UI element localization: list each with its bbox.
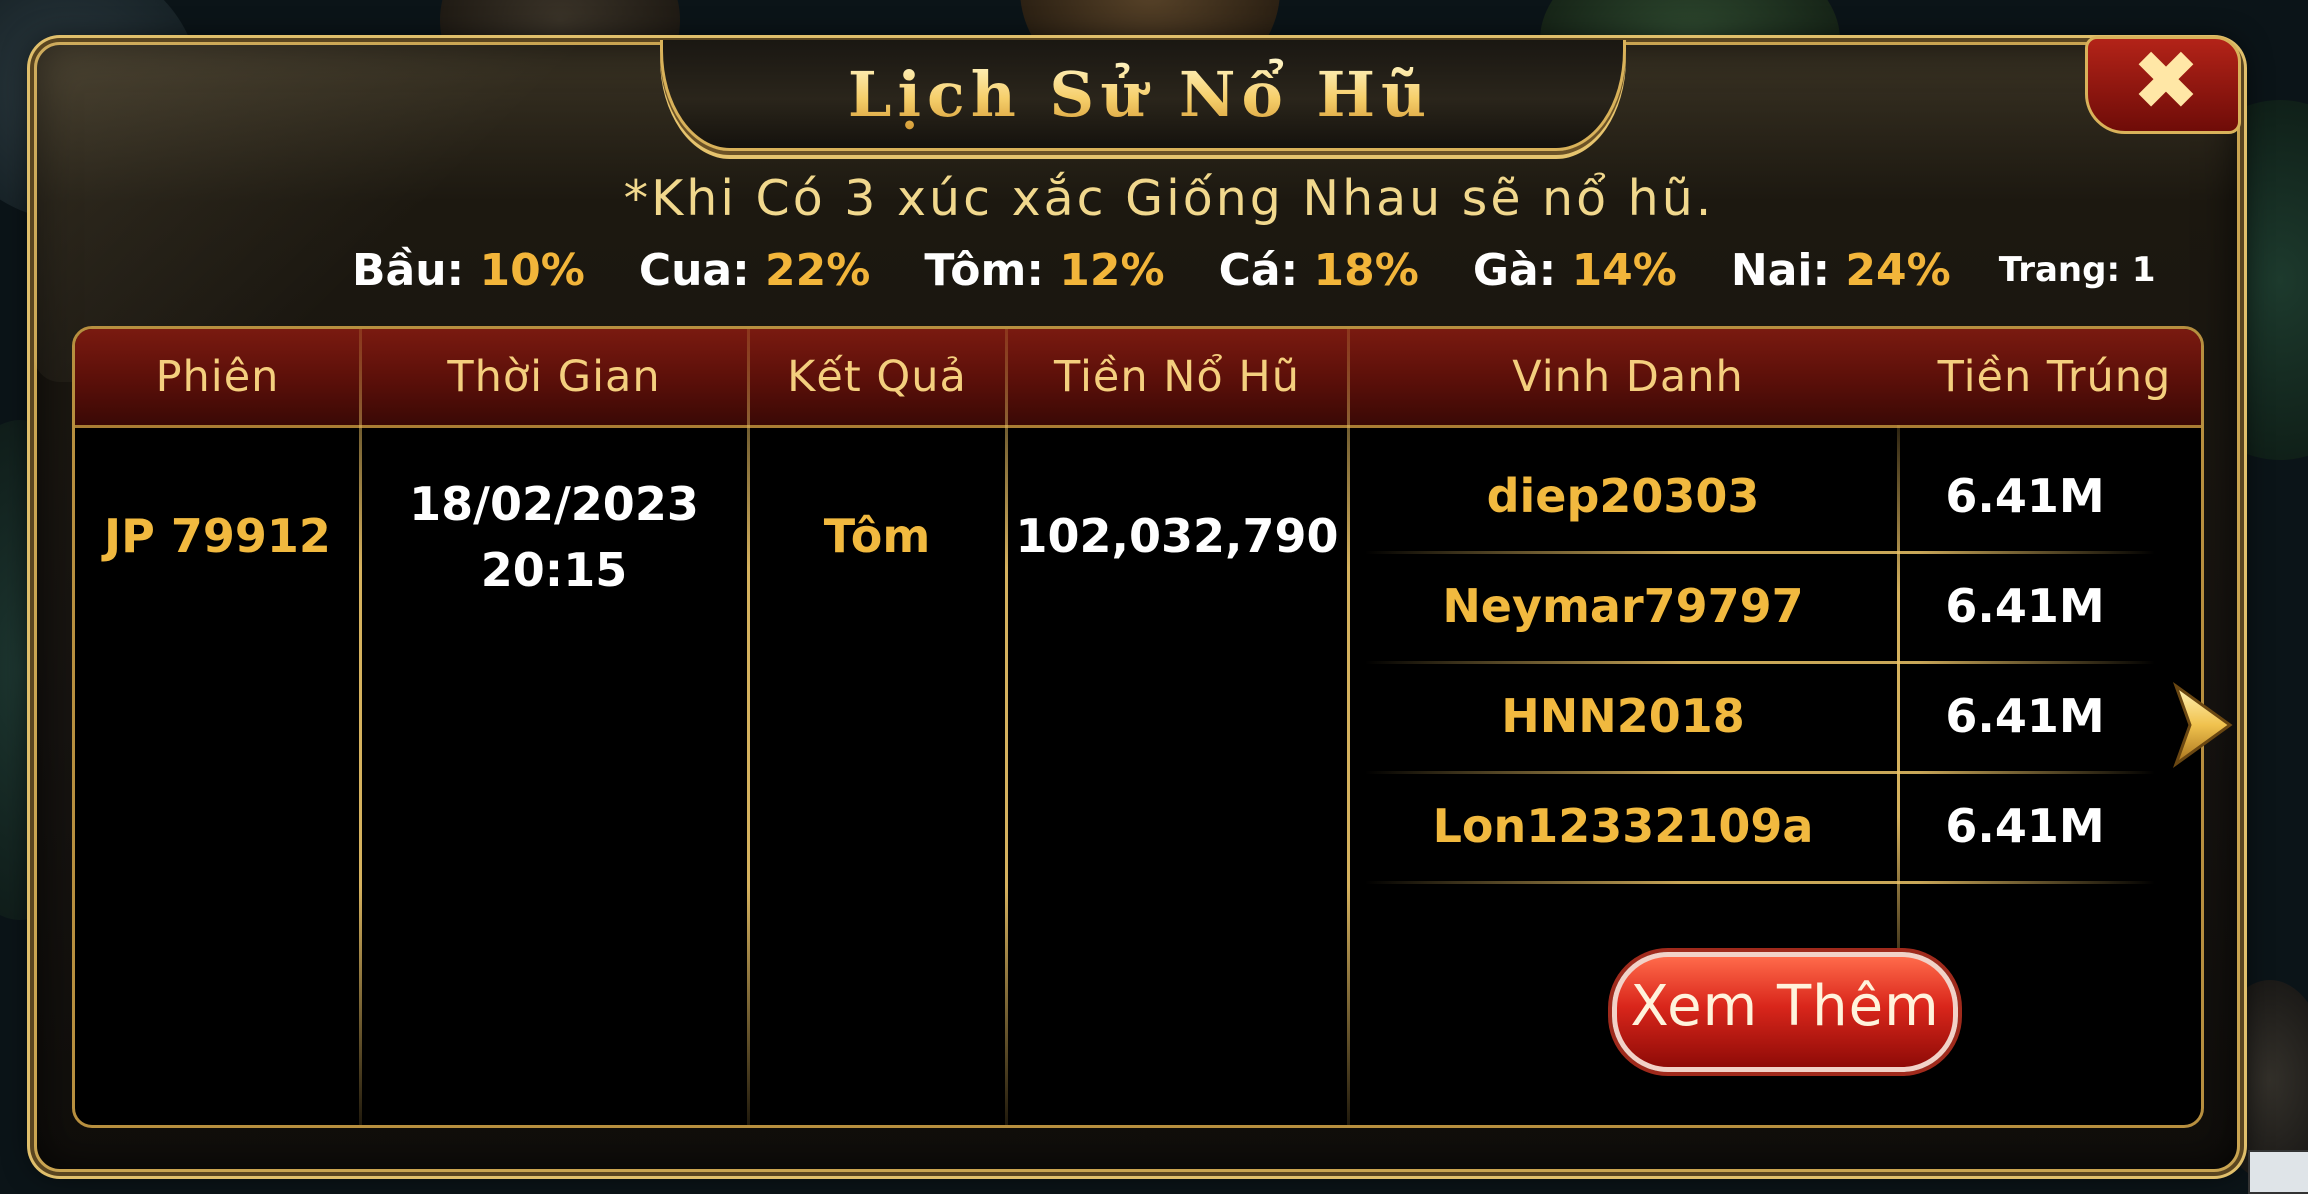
- odds-value: 24%: [1845, 244, 1951, 296]
- odds-label: Cua:: [638, 244, 750, 296]
- odds-value: 14%: [1571, 244, 1677, 296]
- row-divider: [1365, 881, 2155, 884]
- session-time: 20:15: [480, 543, 628, 597]
- dice-result: Tôm: [823, 509, 931, 563]
- odds-label: Tôm:: [924, 244, 1044, 296]
- close-icon: ✖: [2131, 34, 2201, 129]
- row-divider: [1365, 661, 2155, 664]
- odds-label: Cá:: [1218, 244, 1299, 296]
- winner-name: Lon12332109a: [1432, 799, 1814, 853]
- winner-amount: 6.41M: [1945, 469, 2105, 523]
- jackpot-rule-text: *Khi Có 3 xúc xắc Giống Nhau sẽ nổ hũ.: [623, 170, 1715, 227]
- odds-value: 12%: [1059, 244, 1165, 296]
- session-id: JP 79912: [104, 509, 331, 563]
- dialog-title: Lịch Sử Nổ Hũ: [660, 58, 1620, 131]
- see-more-button[interactable]: Xem Thêm: [1612, 952, 1958, 1072]
- odds-item-ca: Cá: 18%: [1219, 245, 1419, 296]
- header-time: Thời Gian: [447, 352, 661, 402]
- odds-label: Bầu:: [352, 244, 465, 296]
- odds-item-ga: Gà: 14%: [1473, 245, 1677, 296]
- row-divider: [1365, 771, 2155, 774]
- column-divider: [747, 329, 750, 1125]
- chevron-right-icon[interactable]: [2168, 680, 2238, 770]
- odds-item-nai: Nai: 24%: [1731, 245, 1951, 296]
- page-indicator: Trang: 1: [1998, 250, 2156, 290]
- column-divider: [359, 329, 362, 1125]
- jackpot-amount: 102,032,790: [1015, 509, 1339, 563]
- table-header: Phiên Thời Gian Kết Quả Tiền Nổ Hũ Vinh …: [75, 329, 2201, 428]
- row-divider: [1365, 551, 2155, 554]
- header-session: Phiên: [155, 352, 280, 402]
- winner-amount: 6.41M: [1945, 579, 2105, 633]
- header-honor: Vinh Danh: [1512, 352, 1744, 402]
- odds-item-bau: Bầu: 10%: [352, 245, 585, 296]
- winner-amount: 6.41M: [1945, 799, 2105, 853]
- odds-label: Gà:: [1472, 244, 1557, 296]
- close-button[interactable]: ✖: [2085, 36, 2241, 134]
- odds-value: 22%: [765, 244, 871, 296]
- winner-amount: 6.41M: [1945, 689, 2105, 743]
- column-divider: [1005, 329, 1008, 1125]
- winner-name: Neymar79797: [1442, 579, 1804, 633]
- header-jackpot: Tiền Nổ Hũ: [1054, 352, 1300, 402]
- odds-item-tom: Tôm: 12%: [924, 245, 1164, 296]
- odds-label: Nai:: [1730, 244, 1831, 296]
- odds-value: 18%: [1313, 244, 1419, 296]
- odds-value: 10%: [479, 244, 585, 296]
- header-result: Kết Quả: [787, 352, 967, 402]
- corner-thumbnail: [2248, 1150, 2308, 1194]
- winner-name: HNN2018: [1501, 689, 1745, 743]
- odds-row: Bầu: 10% Cua: 22% Tôm: 12% Cá: 18% Gà: 1…: [352, 240, 2156, 300]
- winner-name: diep20303: [1486, 469, 1760, 523]
- session-date: 18/02/2023: [409, 477, 699, 531]
- odds-item-cua: Cua: 22%: [639, 245, 871, 296]
- header-prize: Tiền Trúng: [1937, 352, 2172, 402]
